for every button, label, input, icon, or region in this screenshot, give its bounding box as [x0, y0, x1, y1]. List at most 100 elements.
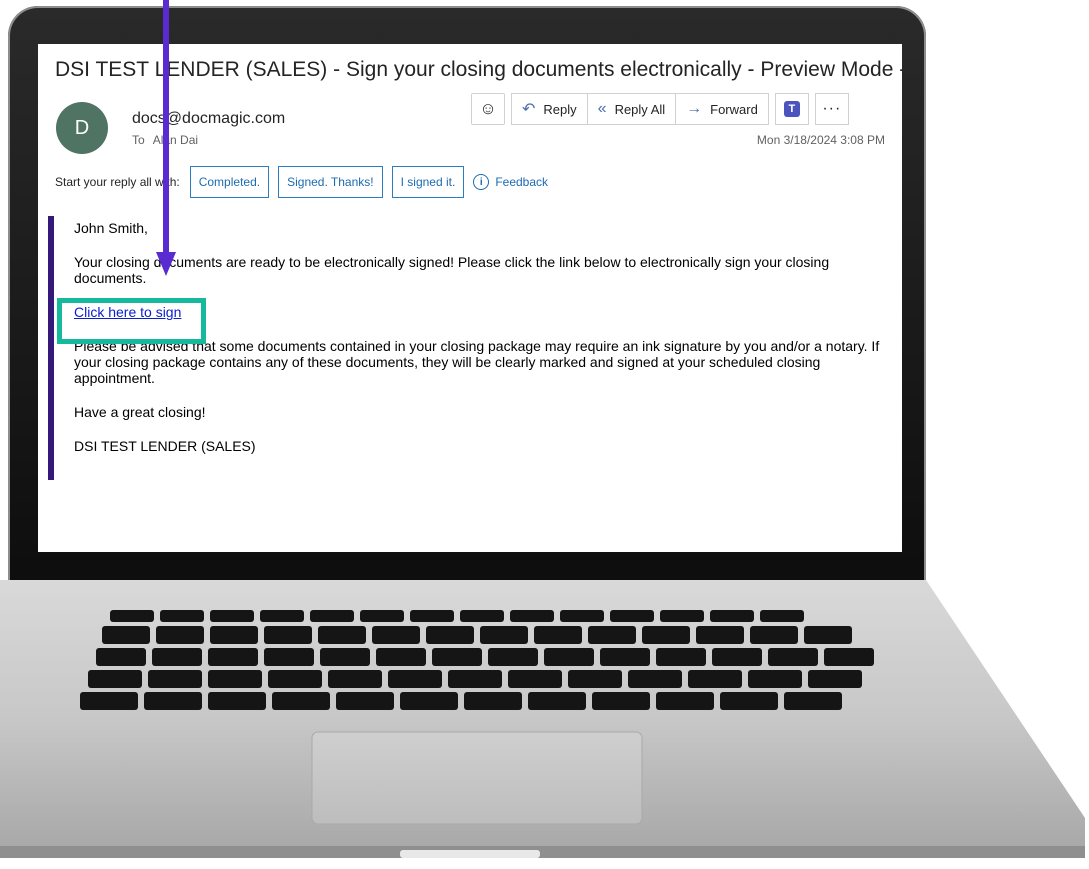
keyboard-key [534, 626, 582, 644]
keyboard-key [336, 692, 394, 710]
keyboard-key [268, 670, 322, 688]
keyboard-key [628, 670, 682, 688]
trackpad[interactable] [311, 731, 643, 825]
keyboard-key [448, 670, 502, 688]
keyboard-key [264, 648, 314, 666]
keyboard-key [488, 648, 538, 666]
greeting: John Smith, [74, 220, 148, 236]
reply-all-arrow-icon: « [597, 100, 607, 117]
keyboard-key [426, 626, 474, 644]
email-body: John Smith, Your closing documents are r… [74, 220, 884, 472]
feedback-link[interactable]: i Feedback [473, 174, 548, 190]
emoji-button[interactable]: ☺ [471, 93, 505, 125]
keyboard-key [328, 670, 382, 688]
intro-paragraph: Your closing documents are ready to be e… [74, 254, 830, 286]
keyboard-key [808, 670, 862, 688]
keyboard-key [656, 648, 706, 666]
keyboard-key [710, 610, 754, 622]
quick-reply-signed-thanks[interactable]: Signed. Thanks! [278, 166, 383, 198]
keyboard-key [720, 692, 778, 710]
reply-all-label: Reply All [614, 101, 666, 117]
sender-address[interactable]: docs@docmagic.com [132, 110, 285, 128]
keyboard-key [80, 692, 138, 710]
keyboard-key [784, 692, 842, 710]
keyboard-key [480, 626, 528, 644]
keyboard-key [320, 648, 370, 666]
keyboard-key [210, 610, 254, 622]
keyboard-key [410, 610, 454, 622]
keyboard-key [750, 626, 798, 644]
keyboard-key [544, 648, 594, 666]
more-actions-button[interactable]: ··· [814, 93, 849, 125]
quick-reply-completed[interactable]: Completed. [189, 166, 270, 198]
keyboard-key [388, 670, 442, 688]
smiley-icon: ☺ [479, 99, 497, 118]
keyboard-key [568, 670, 622, 688]
keyboard-deck [0, 580, 1085, 858]
keyboard-key [696, 626, 744, 644]
laptop-lid: DSI TEST LENDER (SALES) - Sign your clos… [8, 6, 926, 590]
keyboard-key [110, 610, 154, 622]
keyboard-key [208, 692, 266, 710]
email-date: Mon 3/18/2024 3:08 PM [756, 133, 885, 147]
keyboard-key [748, 670, 802, 688]
keyboard-key [264, 626, 312, 644]
keyboard-key [310, 610, 354, 622]
keyboard-key [152, 648, 202, 666]
keyboard-key [610, 610, 654, 622]
keyboard-key [804, 626, 852, 644]
info-icon: i [473, 174, 490, 190]
keyboard-key [642, 626, 690, 644]
laptop-base [0, 580, 1089, 869]
keyboard-key [600, 648, 650, 666]
keyboard-key [208, 648, 258, 666]
closing-line: Have a great closing! [74, 404, 206, 420]
keyboard-key [760, 610, 804, 622]
sender-avatar[interactable]: D [56, 102, 108, 154]
keyboard-key [156, 626, 204, 644]
keyboard-key [432, 648, 482, 666]
message-toolbar: ☺ ↶ Reply « Reply All → Forward T ··· [471, 93, 849, 127]
keyboard-key [660, 610, 704, 622]
keyboard-key [210, 626, 258, 644]
feedback-label: Feedback [495, 175, 549, 189]
forward-label: Forward [710, 101, 758, 117]
forward-button[interactable]: → Forward [675, 93, 769, 125]
reply-all-button[interactable]: « Reply All [586, 93, 677, 125]
reply-label: Reply [543, 101, 577, 117]
reply-arrow-icon: ↶ [522, 101, 536, 118]
keyboard-key [400, 692, 458, 710]
annotation-arrow [156, 0, 176, 276]
keyboard-key [372, 626, 420, 644]
keyboard-key [318, 626, 366, 644]
teams-button[interactable]: T [774, 93, 809, 125]
keyboard-key [824, 648, 874, 666]
reply-button[interactable]: ↶ Reply [511, 93, 588, 125]
accent-bar [48, 216, 54, 480]
keyboard-key [560, 610, 604, 622]
keyboard-key [148, 670, 202, 688]
keyboard-key [712, 648, 762, 666]
keyboard-key [208, 670, 262, 688]
quick-reply-i-signed-it[interactable]: I signed it. [391, 166, 465, 198]
keyboard-key [464, 692, 522, 710]
keyboard-key [528, 692, 586, 710]
keyboard-key [360, 610, 404, 622]
keyboard-key [768, 648, 818, 666]
keyboard-key [88, 670, 142, 688]
forward-arrow-icon: → [686, 100, 703, 117]
advisory-paragraph: Please be advised that some documents co… [74, 338, 880, 386]
keyboard-key [96, 648, 146, 666]
keyboard-key [160, 610, 204, 622]
keyboard-key [510, 610, 554, 622]
signature-line: DSI TEST LENDER (SALES) [74, 438, 256, 454]
keyboard-key [508, 670, 562, 688]
keyboard-key [144, 692, 202, 710]
email-subject: DSI TEST LENDER (SALES) - Sign your clos… [55, 58, 902, 81]
keyboard-key [592, 692, 650, 710]
keyboard-key [376, 648, 426, 666]
to-label: To [132, 133, 145, 147]
teams-icon: T [783, 101, 800, 117]
keyboard-key [272, 692, 330, 710]
keyboard-key [688, 670, 742, 688]
